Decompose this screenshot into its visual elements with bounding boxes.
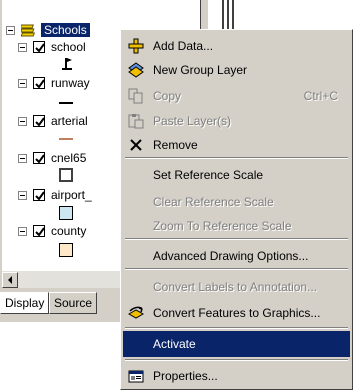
layer-label[interactable]: cnel65 (51, 151, 86, 165)
layer-row-airport[interactable]: airport_ (18, 186, 92, 204)
menu-item-label: Zoom To Reference Scale (153, 219, 292, 233)
collapse-icon[interactable] (18, 153, 27, 163)
layer-row-cnel65[interactable]: cnel65 (18, 149, 86, 167)
menu-item-clear-reference-scale[interactable]: Clear Reference Scale (123, 189, 350, 215)
runway-line-symbol (59, 102, 73, 104)
tab-display[interactable]: Display (0, 292, 50, 314)
menu-item-label: Clear Reference Scale (153, 195, 274, 209)
paste-icon (123, 108, 149, 134)
menu-separator (125, 327, 348, 329)
airport-polygon-symbol (59, 206, 73, 220)
menu-item-activate[interactable]: Activate (123, 331, 350, 357)
arrow-left-icon (8, 276, 12, 284)
properties-icon (123, 363, 149, 389)
menu-item-copy[interactable]: Copy Ctrl+C (123, 83, 350, 109)
tab-source[interactable]: Source (49, 292, 98, 314)
menu-item-label: Add Data... (153, 39, 214, 53)
context-menu: Add Data... New Group Layer Copy Ctrl+C (120, 29, 353, 390)
menu-separator (125, 157, 348, 159)
new-group-layer-icon (123, 57, 149, 83)
menu-item-label: Paste Layer(s) (153, 114, 232, 128)
layer-visibility-checkbox[interactable] (33, 115, 45, 127)
layer-label[interactable]: arterial (51, 114, 88, 128)
layer-row-runway[interactable]: runway (18, 74, 90, 92)
group-layer-label[interactable]: Schools (41, 23, 90, 37)
menu-item-add-data[interactable]: Add Data... (123, 33, 350, 59)
collapse-icon[interactable] (18, 190, 27, 200)
layer-row-school[interactable]: school (18, 38, 86, 56)
menu-item-zoom-to-reference-scale[interactable]: Zoom To Reference Scale (123, 213, 350, 239)
menu-item-label: Copy (153, 89, 182, 103)
collapse-icon[interactable] (6, 25, 15, 35)
menu-item-remove[interactable]: Remove (123, 132, 350, 158)
collapse-icon[interactable] (18, 226, 27, 236)
menu-item-convert-labels-to-annotation[interactable]: Convert Labels to Annotation... (123, 274, 350, 300)
menu-item-new-group-layer[interactable]: New Group Layer (123, 57, 350, 83)
collapse-icon[interactable] (18, 78, 27, 88)
layer-row-arterial[interactable]: arterial (18, 112, 88, 130)
menu-item-paste-layers[interactable]: Paste Layer(s) (123, 108, 350, 134)
layer-row-county[interactable]: county (18, 222, 86, 240)
layer-visibility-checkbox[interactable] (33, 77, 45, 89)
collapse-icon[interactable] (18, 116, 27, 126)
menu-item-label: Activate (153, 337, 196, 351)
copy-icon (123, 83, 149, 109)
school-flag-symbol-icon (60, 57, 74, 74)
menu-item-convert-features-to-graphics[interactable]: Convert Features to Graphics... (123, 300, 350, 326)
cnel65-polygon-symbol (59, 168, 73, 182)
menu-item-label: Convert Features to Graphics... (153, 306, 321, 320)
menu-item-label: Convert Labels to Annotation... (153, 280, 318, 294)
menu-item-label: Properties... (153, 369, 218, 383)
remove-icon (123, 132, 149, 158)
convert-graphics-icon (123, 300, 149, 326)
arterial-line-symbol (59, 138, 73, 140)
group-layer-schools[interactable]: Schools (6, 21, 90, 39)
menu-item-label: Set Reference Scale (153, 168, 264, 182)
collapse-icon[interactable] (18, 42, 27, 52)
layer-label[interactable]: county (51, 224, 86, 238)
group-layer-icon (19, 23, 37, 37)
add-data-icon (123, 33, 149, 59)
menu-item-shortcut: Ctrl+C (303, 89, 338, 103)
menu-item-set-reference-scale[interactable]: Set Reference Scale (123, 162, 350, 188)
menu-separator (125, 359, 348, 361)
layer-label[interactable]: runway (51, 76, 90, 90)
menu-item-properties[interactable]: Properties... (123, 363, 350, 389)
menu-separator (125, 268, 348, 270)
layer-label[interactable]: airport_ (51, 188, 92, 202)
menu-separator (125, 238, 348, 240)
layer-visibility-checkbox[interactable] (33, 225, 45, 237)
menu-item-label: Advanced Drawing Options... (153, 249, 309, 263)
menu-item-label: New Group Layer (153, 63, 248, 77)
layer-visibility-checkbox[interactable] (33, 189, 45, 201)
county-polygon-symbol (59, 243, 73, 257)
layer-visibility-checkbox[interactable] (33, 41, 45, 53)
layer-visibility-checkbox[interactable] (33, 152, 45, 164)
scroll-left-button[interactable] (2, 272, 18, 288)
menu-item-label: Remove (153, 138, 198, 152)
menu-item-advanced-drawing-options[interactable]: Advanced Drawing Options... (123, 243, 350, 269)
layer-label[interactable]: school (51, 40, 86, 54)
